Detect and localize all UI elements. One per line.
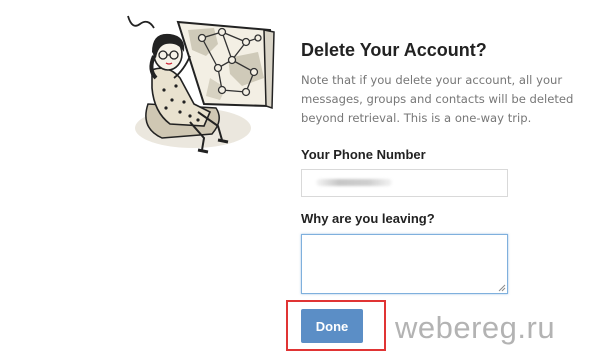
delete-account-page: Delete Your Account? Note that if you de… bbox=[0, 0, 599, 362]
leaving-reason-textarea[interactable] bbox=[301, 234, 508, 294]
phone-number-field[interactable] bbox=[301, 169, 508, 197]
phone-number-label: Your Phone Number bbox=[301, 147, 426, 162]
delete-warning-text: Note that if you delete your account, al… bbox=[301, 73, 574, 125]
resize-grip-icon[interactable] bbox=[498, 284, 506, 292]
page-title: Delete Your Account? bbox=[301, 40, 487, 60]
done-button[interactable]: Done bbox=[301, 309, 363, 343]
leaving-reason-label: Why are you leaving? bbox=[301, 211, 435, 226]
network-map-board-icon bbox=[176, 20, 275, 110]
blurred-phone-value bbox=[316, 179, 392, 186]
telegram-delete-account-illustration bbox=[127, 15, 275, 154]
site-watermark: webereg.ru bbox=[395, 310, 556, 345]
